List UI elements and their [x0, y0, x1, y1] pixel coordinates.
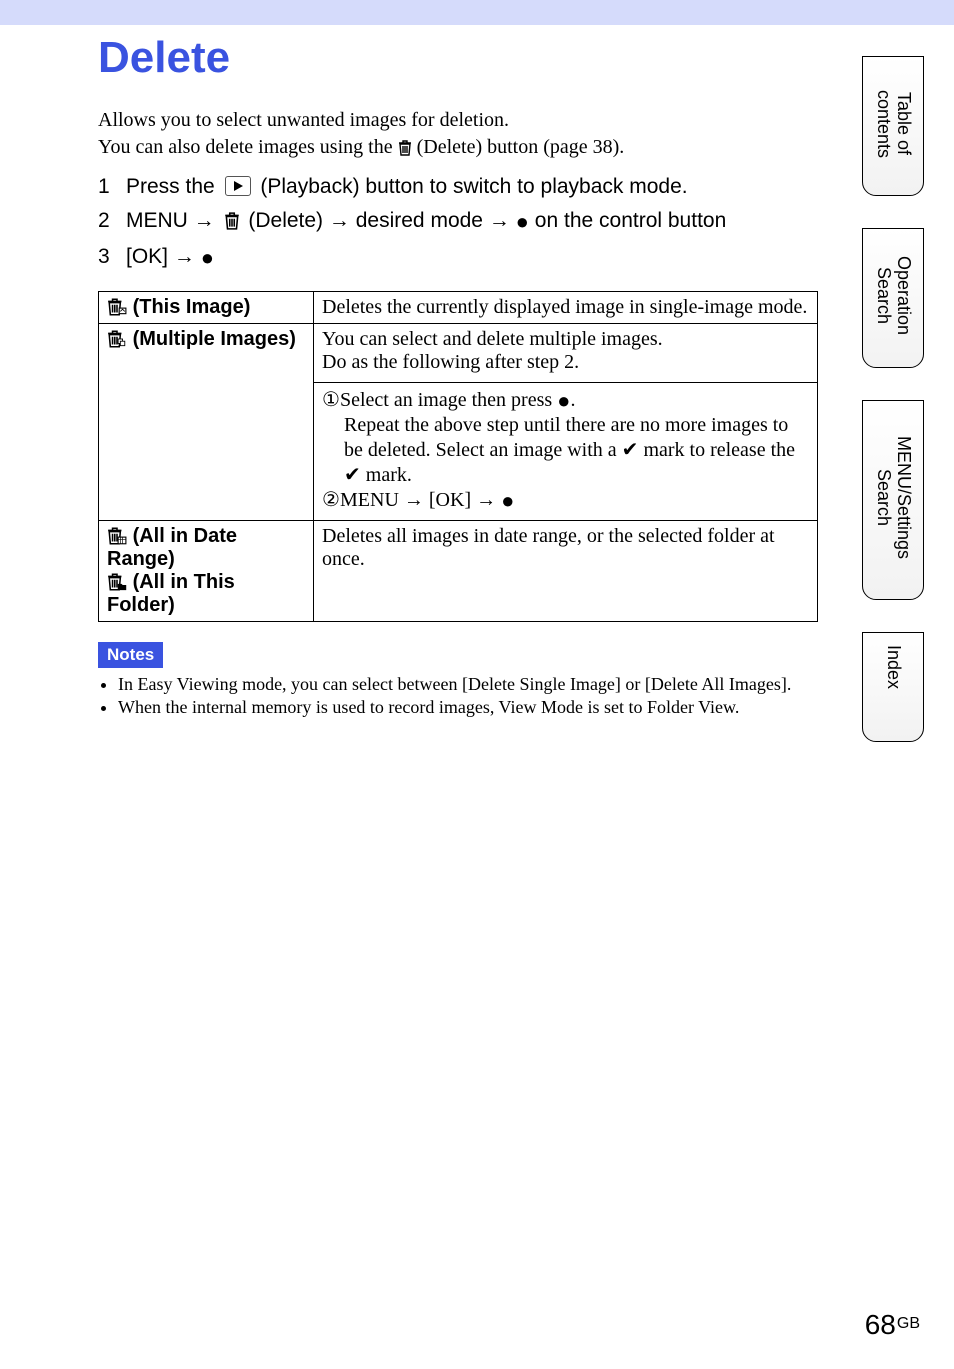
mode-multiple-label: (Multiple Images) — [99, 324, 314, 521]
step-2-text-c: desired mode — [356, 209, 489, 232]
mode-all-folder: (All in This Folder) — [107, 571, 305, 617]
tab-label: Table of contents — [871, 57, 915, 195]
step-1: 1 Press the (Playback) button to switch … — [98, 175, 818, 199]
mode-multiple-desc-a: You can select and delete multiple image… — [322, 328, 809, 351]
note-item: When the internal memory is used to reco… — [118, 697, 818, 718]
tab-menu-settings-search[interactable]: MENU/Settings Search — [862, 400, 924, 600]
mode-this-image-text: (This Image) — [133, 296, 251, 318]
step-list: 1 Press the (Playback) button to switch … — [98, 175, 818, 271]
check-mark-icon: ✔ — [344, 464, 361, 486]
mode-multiple-text: (Multiple Images) — [133, 328, 296, 350]
page-number-value: 68 — [865, 1309, 896, 1340]
substep-1b: . — [570, 389, 575, 411]
mode-this-image-label: (This Image) — [99, 292, 314, 324]
note-item: In Easy Viewing mode, you can select bet… — [118, 674, 818, 695]
mode-multiple-desc-b: Do as the following after step 2. — [322, 351, 809, 374]
substep-1d: mark to release the — [638, 439, 795, 461]
mode-all-folder-text: (All in This Folder) — [107, 571, 235, 616]
right-arrow-icon: → — [174, 245, 195, 268]
center-button-icon: ● — [201, 245, 214, 270]
mode-this-image-desc: Deletes the currently displayed image in… — [314, 292, 818, 324]
step-3-text-a: [OK] — [126, 245, 174, 268]
playback-icon — [225, 176, 251, 196]
page-header-bar — [0, 0, 954, 25]
right-arrow-icon: → — [476, 489, 496, 511]
tab-operation-search[interactable]: Operation Search — [862, 228, 924, 368]
mode-all-date-text: (All in Date Range) — [107, 525, 237, 570]
step-2-text-d: on the control button — [535, 209, 726, 232]
intro-line-2a: You can also delete images using the — [98, 136, 398, 158]
trash-icon — [224, 212, 240, 230]
substep-1-cont: Repeat the above step until there are no… — [322, 414, 809, 487]
trash-icon — [398, 140, 412, 156]
substep-2a: MENU — [340, 489, 404, 511]
intro-line-2: You can also delete images using the (De… — [98, 134, 818, 161]
intro-text: Allows you to select unwanted images for… — [98, 107, 818, 161]
step-1-text-b: (Playback) button to switch to playback … — [260, 175, 687, 198]
mode-multiple-desc-top: You can select and delete multiple image… — [314, 324, 817, 378]
mode-all-label: (All in Date Range) (All in This Folder) — [99, 521, 314, 622]
right-arrow-icon: → — [329, 209, 350, 232]
tab-label: Index — [881, 633, 905, 705]
right-arrow-icon: → — [489, 209, 510, 232]
step-2: 2 MENU → (Delete) → desired mode → ● on … — [98, 209, 818, 235]
trash-icon — [107, 330, 127, 348]
notes-heading: Notes — [98, 642, 163, 668]
table-row: (This Image) Deletes the currently displ… — [99, 292, 818, 324]
main-content: Delete Allows you to select unwanted ima… — [98, 33, 818, 720]
tab-table-of-contents[interactable]: Table of contents — [862, 56, 924, 196]
table-row: (Multiple Images) You can select and del… — [99, 324, 818, 521]
trash-icon — [107, 298, 127, 316]
right-arrow-icon: → — [404, 489, 424, 511]
tab-label: MENU/Settings Search — [871, 401, 915, 599]
side-tabs: Table of contents Operation Search MENU/… — [862, 56, 926, 774]
trash-icon — [107, 527, 127, 545]
step-3: 3 [OK] → ● — [98, 245, 818, 271]
step-3-number: 3 — [98, 245, 116, 269]
substep-1a: Select an image then press — [340, 389, 557, 411]
center-button-icon: ● — [557, 388, 570, 413]
right-arrow-icon: → — [194, 209, 215, 232]
substep-2: ②MENU → [OK] → ● — [322, 487, 809, 514]
center-button-icon: ● — [516, 209, 529, 234]
substep-1e: mark. — [361, 464, 412, 486]
mode-multiple-desc: You can select and delete multiple image… — [314, 324, 818, 521]
page-title: Delete — [98, 33, 818, 83]
mode-multiple-substeps: ①Select an image then press ●. Repeat th… — [314, 382, 817, 520]
substep-1: ①Select an image then press ●. Repeat th… — [322, 387, 809, 487]
mode-all-desc: Deletes all images in date range, or the… — [314, 521, 818, 622]
table-row: (All in Date Range) (All in This Folder)… — [99, 521, 818, 622]
step-2-body: MENU → (Delete) → desired mode → ● on th… — [126, 209, 818, 235]
circled-1-icon: ① — [322, 387, 340, 412]
step-1-text-a: Press the — [126, 175, 221, 198]
step-2-text-b: (Delete) — [248, 209, 329, 232]
intro-line-2b: (Delete) button (page 38). — [417, 136, 625, 158]
page-number: 68GB — [865, 1309, 920, 1341]
substep-2b: [OK] — [424, 489, 476, 511]
circled-2-icon: ② — [322, 487, 340, 512]
mode-all-date-range: (All in Date Range) — [107, 525, 305, 571]
step-1-body: Press the (Playback) button to switch to… — [126, 175, 818, 199]
step-2-text-a: MENU — [126, 209, 194, 232]
page: Delete Allows you to select unwanted ima… — [0, 0, 954, 1369]
trash-icon — [107, 573, 127, 591]
check-mark-icon: ✔ — [622, 439, 639, 461]
page-region: GB — [897, 1315, 920, 1332]
intro-line-1: Allows you to select unwanted images for… — [98, 107, 818, 134]
delete-modes-table: (This Image) Deletes the currently displ… — [98, 291, 818, 622]
step-3-body: [OK] → ● — [126, 245, 818, 271]
step-1-number: 1 — [98, 175, 116, 199]
center-button-icon: ● — [501, 488, 514, 513]
tab-label: Operation Search — [871, 229, 915, 367]
step-2-number: 2 — [98, 209, 116, 233]
notes-list: In Easy Viewing mode, you can select bet… — [98, 674, 818, 718]
tab-index[interactable]: Index — [862, 632, 924, 742]
